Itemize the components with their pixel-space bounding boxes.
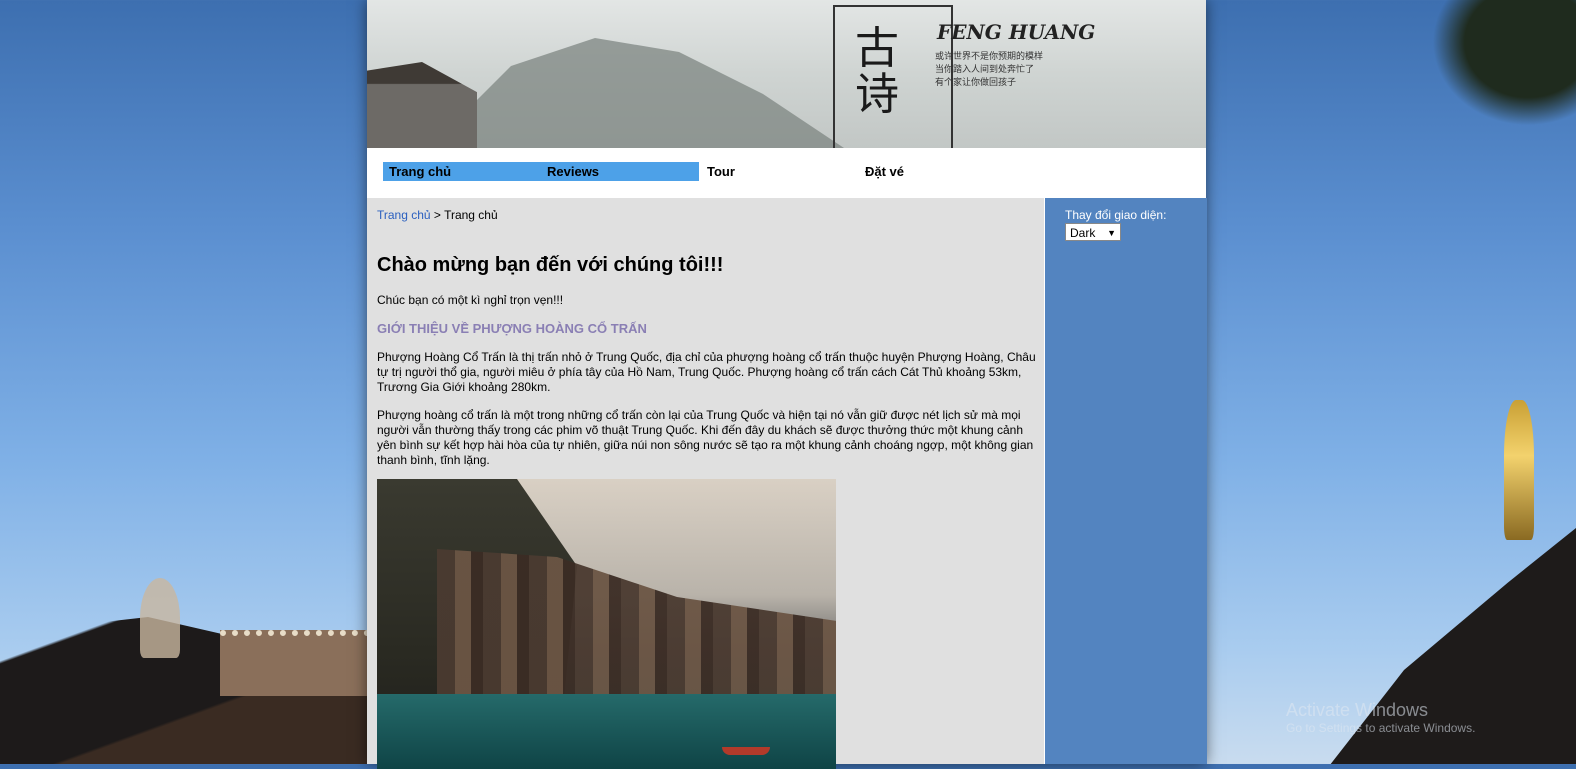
nav-item-reviews[interactable]: Reviews — [541, 162, 699, 181]
os-activation-watermark: Activate Windows Go to Settings to activ… — [1286, 700, 1475, 735]
banner-mountain — [427, 38, 847, 148]
town-photo — [377, 479, 836, 769]
chevron-down-icon: ▼ — [1107, 228, 1116, 238]
lead-text: Chúc bạn có một kì nghỉ trọn vẹn!!! — [377, 293, 564, 307]
nav-item-tour[interactable]: Tour — [701, 162, 859, 181]
main-nav: Trang chủ Reviews Tour Đặt vé — [367, 148, 1206, 198]
banner-house — [367, 62, 477, 148]
nav-item-home[interactable]: Trang chủ — [383, 162, 541, 181]
header-banner: 古诗 FENG HUANG 或许世界不是你预期的模样 当你踏入人间到处奔忙了 有… — [367, 0, 1206, 148]
nav-item-booking[interactable]: Đặt vé — [859, 162, 1017, 181]
background-tree — [1416, 0, 1576, 140]
banner-subtitle-line: 有个家让你做回孩子 — [935, 77, 1017, 87]
page-title: Chào mừng bạn đến với chúng tôi!!! — [377, 254, 724, 276]
banner-title: FENG HUANG — [937, 20, 1096, 44]
sidebar: Thay đổi giao diện: Dark ▼ — [1044, 198, 1207, 764]
banner-subtitle-line: 或许世界不是你预期的模样 — [935, 51, 1044, 61]
banner-calligraphy: 古诗 — [855, 23, 899, 120]
section-title: GIỚI THIỆU VỀ PHƯỢNG HOÀNG CỔ TRẤN — [377, 321, 647, 336]
breadcrumb-home-link[interactable]: Trang chủ — [377, 208, 431, 222]
watermark-subtitle: Go to Settings to activate Windows. — [1286, 721, 1476, 735]
photo-boat — [722, 747, 770, 755]
background-right: Activate Windows Go to Settings to activ… — [1206, 0, 1576, 764]
theme-select-value: Dark — [1070, 226, 1096, 240]
photo-stilt-houses — [437, 549, 836, 709]
breadcrumb-separator: > — [430, 208, 445, 222]
background-tower — [1504, 400, 1534, 540]
description-paragraph: Phượng hoàng cổ trấn là một trong những … — [377, 408, 1034, 467]
watermark-title: Activate Windows — [1286, 700, 1429, 720]
banner-subtitle-line: 当你踏入人间到处奔忙了 — [935, 64, 1035, 74]
background-ornament — [140, 578, 180, 658]
intro-paragraph: Phượng Hoàng Cổ Trấn là thị trấn nhỏ ở T… — [377, 350, 1036, 394]
theme-select[interactable]: Dark ▼ — [1065, 223, 1121, 241]
page-container: 古诗 FENG HUANG 或许世界不是你预期的模样 当你踏入人间到处奔忙了 有… — [367, 0, 1207, 769]
breadcrumb: Trang chủ > Trang chủ — [377, 208, 498, 222]
main-content: Trang chủ > Trang chủ Chào mừng bạn đến … — [367, 198, 1043, 769]
photo-river — [377, 694, 836, 769]
background-left — [0, 0, 367, 764]
banner-subtitle: 或许世界不是你预期的模样 当你踏入人间到处奔忙了 有个家让你做回孩子 — [935, 50, 1085, 89]
background-roof-edge — [220, 630, 367, 696]
breadcrumb-current: Trang chủ — [444, 208, 498, 222]
theme-label: Thay đổi giao diện: — [1065, 208, 1167, 222]
